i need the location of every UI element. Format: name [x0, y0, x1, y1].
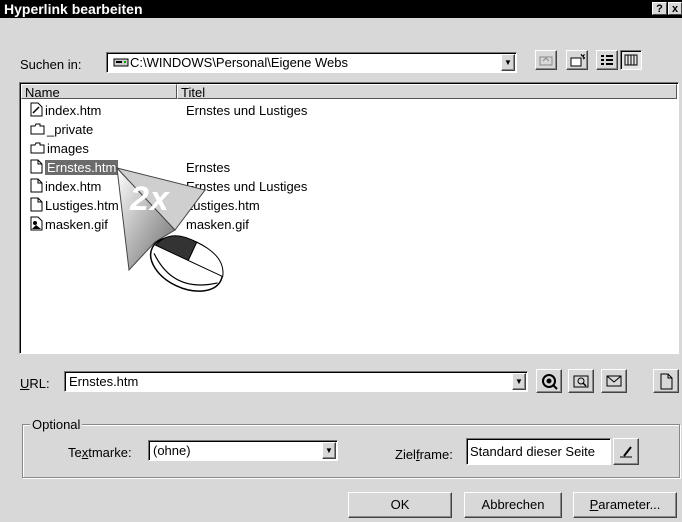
drive-icon	[113, 55, 129, 71]
optional-legend: Optional	[30, 417, 83, 432]
ok-button[interactable]: OK	[348, 492, 452, 518]
up-folder-icon	[539, 56, 553, 66]
lookin-label: Suchen in:	[20, 57, 82, 72]
document-icon	[30, 197, 43, 216]
list-item[interactable]: index.htm Ernstes und Lustiges	[20, 102, 676, 119]
title-bar: Hyperlink bearbeiten ? x	[0, 0, 682, 18]
file-name: Ernstes.htm	[45, 160, 119, 175]
file-name-cell: masken.gif	[30, 216, 108, 235]
list-item[interactable]: masken.gif masken.gif	[20, 216, 676, 233]
details-view-icon	[624, 54, 638, 66]
file-name: Lustiges.htm	[45, 198, 119, 213]
folder-icon	[30, 141, 45, 158]
file-list[interactable]: Name Titel index.htm Ernstes und Lustiges…	[19, 82, 679, 354]
file-name: images	[47, 141, 89, 156]
up-folder-button[interactable]	[535, 50, 557, 70]
html-file-icon	[30, 102, 43, 121]
file-search-icon	[573, 375, 589, 388]
textmarke-combobox[interactable]: (ohne) ▼	[148, 440, 338, 461]
file-title-cell: Ernstes und Lustiges	[186, 179, 308, 194]
file-title-cell: Ernstes	[186, 160, 231, 175]
help-button[interactable]: ?	[652, 2, 667, 15]
lookin-path: C:\WINDOWS\Personal\Eigene Webs	[130, 55, 348, 70]
envelope-icon	[606, 375, 622, 387]
details-view-button[interactable]	[620, 50, 642, 70]
list-view-button[interactable]	[596, 50, 618, 70]
list-item[interactable]: index.htm Ernstes und Lustiges	[20, 178, 676, 195]
url-input[interactable]: Ernstes.htm	[69, 374, 138, 389]
textmarke-dropdown-button[interactable]: ▼	[322, 442, 336, 459]
parameter-button[interactable]: Parameter...	[573, 492, 677, 518]
textmarke-label: Textmarke:	[68, 445, 132, 460]
document-icon	[30, 178, 43, 197]
list-item[interactable]: _private	[20, 121, 676, 138]
list-item[interactable]: Lustiges.htm Lustiges.htm	[20, 197, 676, 214]
url-dropdown-button[interactable]: ▼	[512, 373, 526, 390]
file-name-cell: index.htm	[30, 178, 101, 197]
new-folder-button[interactable]	[566, 50, 588, 70]
file-name-cell: index.htm	[30, 102, 101, 121]
file-name: masken.gif	[45, 217, 108, 232]
document-icon	[30, 159, 43, 178]
column-header-name[interactable]: Name	[21, 84, 177, 100]
column-header-title[interactable]: Titel	[177, 84, 677, 100]
list-item[interactable]: images	[20, 140, 676, 157]
lookin-dropdown-button[interactable]: ▼	[501, 54, 515, 71]
zielframe-edit-button[interactable]	[613, 438, 639, 465]
folder-icon	[30, 122, 45, 139]
file-title-cell: masken.gif	[186, 217, 249, 232]
chevron-down-icon: ▼	[504, 58, 512, 67]
new-page-button[interactable]	[653, 369, 679, 393]
file-title-cell: Lustiges.htm	[186, 198, 260, 213]
close-button[interactable]: x	[668, 2, 682, 15]
file-name-cell: Lustiges.htm	[30, 197, 119, 216]
list-view-icon	[601, 55, 613, 65]
zielframe-value: Standard dieser Seite	[470, 444, 596, 459]
file-name-cell: _private	[30, 121, 93, 139]
new-folder-icon	[570, 53, 585, 67]
new-page-icon	[660, 373, 673, 390]
file-name-cell: images	[30, 140, 89, 158]
lookin-combobox[interactable]: C:\WINDOWS\Personal\Eigene Webs ▼	[106, 52, 517, 73]
url-label: URL:	[20, 376, 50, 391]
web-search-icon	[542, 374, 558, 390]
zielframe-label: Zielframe:	[395, 447, 453, 462]
file-name: index.htm	[45, 179, 102, 194]
chevron-down-icon: ▼	[515, 377, 523, 386]
window-title: Hyperlink bearbeiten	[4, 1, 143, 17]
url-combobox[interactable]: Ernstes.htm ▼	[64, 371, 528, 392]
list-item[interactable]: Ernstes.htm Ernstes	[20, 159, 676, 176]
browse-file-button[interactable]	[568, 369, 594, 393]
zielframe-field[interactable]: Standard dieser Seite	[466, 438, 611, 465]
cancel-button[interactable]: Abbrechen	[464, 492, 562, 518]
email-link-button[interactable]	[601, 369, 627, 393]
dialog-window: Hyperlink bearbeiten ? x Suchen in: C:\W…	[0, 0, 682, 522]
pencil-icon	[620, 446, 632, 458]
file-title-cell: Ernstes und Lustiges	[186, 103, 308, 118]
file-name: index.htm	[45, 103, 102, 118]
chevron-down-icon: ▼	[325, 446, 333, 455]
file-name-cell: Ernstes.htm	[30, 159, 119, 178]
textmarke-value: (ohne)	[153, 443, 191, 458]
file-list-rows: index.htm Ernstes und Lustiges _privateima…	[20, 101, 676, 351]
browse-web-button[interactable]	[536, 369, 562, 393]
file-name: _private	[47, 122, 94, 137]
image-file-icon	[30, 216, 43, 235]
